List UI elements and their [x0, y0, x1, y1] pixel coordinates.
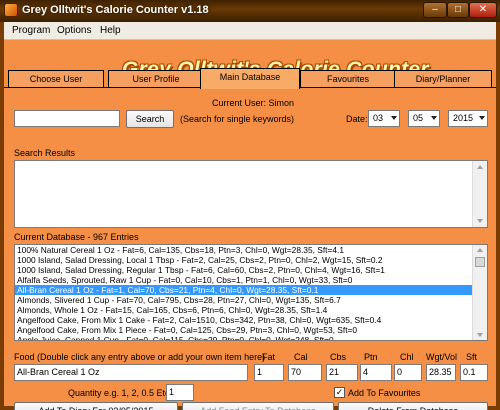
month-value: 05: [413, 113, 424, 123]
tab-strip: Choose User User Profile Main Database F…: [4, 68, 496, 89]
quantity-label: Quantity e.g. 1, 2, 0.5 Etc.: [68, 388, 173, 398]
month-select[interactable]: 05: [408, 110, 440, 127]
food-label: Food (Double click any entry above or ad…: [14, 352, 266, 362]
database-list-item[interactable]: 100% Natural Cereal 1 Oz - Fat=6, Cal=13…: [15, 245, 472, 255]
tab-favourites[interactable]: Favourites: [300, 70, 396, 88]
cal-input[interactable]: 70: [288, 364, 322, 381]
header-chl: Chl: [400, 352, 414, 362]
database-list-item[interactable]: Angelfood Cake, From Mix 1 Cake - Fat=2,…: [15, 315, 472, 325]
day-select[interactable]: 03: [368, 110, 400, 127]
food-name-input[interactable]: All-Bran Cereal 1 Oz: [14, 364, 248, 381]
database-list-item[interactable]: Apple Juice, Canned 1 Cup - Fat=0, Cal=1…: [15, 335, 472, 340]
search-results-label: Search Results: [14, 148, 76, 158]
database-list-item[interactable]: 1000 Island, Salad Dressing, Local 1 Tbs…: [15, 255, 472, 265]
tab-choose-user[interactable]: Choose User: [8, 70, 104, 88]
window-title: Grey Olltwit's Calorie Counter v1.18: [22, 4, 209, 16]
delete-from-database-button[interactable]: Delete From Database: [338, 402, 488, 410]
add-to-favourites-label: Add To Favourites: [348, 388, 421, 398]
search-hint: (Search for single keywords): [180, 114, 295, 124]
database-list-item[interactable]: All-Bran Cereal 1 Oz - Fat=1, Cal=70, Cb…: [15, 285, 472, 295]
database-list-item[interactable]: Angelfood Cake, From Mix 1 Piece - Fat=0…: [15, 325, 472, 335]
quantity-input[interactable]: 1: [166, 384, 194, 401]
menu-program[interactable]: Program: [12, 25, 50, 36]
database-list-item[interactable]: Alfalfa Seeds, Sprouted, Raw 1 Cup - Fat…: [15, 275, 472, 285]
year-select[interactable]: 2015: [448, 110, 488, 127]
menu-help[interactable]: Help: [100, 25, 121, 36]
tab-user-profile[interactable]: User Profile: [108, 70, 204, 88]
header-sft: Sft: [466, 352, 478, 362]
cbs-input[interactable]: 21: [326, 364, 358, 381]
maximize-button[interactable]: □: [447, 2, 469, 18]
database-list-item[interactable]: Almonds, Slivered 1 Cup - Fat=70, Cal=79…: [15, 295, 472, 305]
database-label: Current Database - 967 Entries: [14, 232, 139, 242]
scroll-down-icon[interactable]: [477, 333, 483, 337]
database-items: 100% Natural Cereal 1 Oz - Fat=6, Cal=13…: [15, 245, 487, 340]
header-cbs: Cbs: [330, 352, 347, 362]
search-button[interactable]: Search: [126, 110, 174, 128]
chevron-down-icon: [431, 116, 437, 120]
chevron-down-icon: [479, 116, 485, 120]
header-fat: Fat: [262, 352, 276, 362]
app-client-area: Program Options Help Grey Olltwit's Calo…: [4, 22, 496, 410]
app-icon: [4, 3, 18, 17]
title-bar: Grey Olltwit's Calorie Counter v1.18 – □…: [0, 0, 500, 22]
database-list-item[interactable]: 1000 Island, Salad Dressing, Regular 1 T…: [15, 265, 472, 275]
tab-diary-planner[interactable]: Diary/Planner: [394, 70, 492, 88]
database-list[interactable]: 100% Natural Cereal 1 Oz - Fat=6, Cal=13…: [14, 244, 488, 341]
day-value: 03: [373, 113, 384, 123]
menu-options[interactable]: Options: [57, 25, 91, 36]
add-food-entry-button[interactable]: Add Food Entry To Database: [182, 402, 334, 410]
ptn-input[interactable]: 4: [360, 364, 392, 381]
year-value: 2015: [453, 113, 474, 123]
search-input[interactable]: [14, 110, 120, 127]
add-to-diary-button[interactable]: Add To Diary For 03/05/2015: [14, 402, 178, 410]
add-to-favourites-checkbox[interactable]: ✓: [334, 387, 345, 398]
header-cal: Cal: [294, 352, 308, 362]
chevron-down-icon: [391, 116, 397, 120]
menu-bar: Program Options Help: [4, 22, 496, 40]
scroll-up-icon[interactable]: [477, 165, 483, 169]
close-button[interactable]: ✕: [469, 2, 497, 18]
chl-input[interactable]: 0: [394, 364, 422, 381]
header-wgt-vol: Wgt/Vol: [426, 352, 458, 362]
scroll-up-icon[interactable]: [477, 248, 483, 252]
header-ptn: Ptn: [364, 352, 378, 362]
fat-input[interactable]: 1: [254, 364, 284, 381]
tab-main-database[interactable]: Main Database: [200, 68, 300, 89]
scroll-down-icon[interactable]: [477, 219, 483, 223]
scroll-thumb[interactable]: [475, 257, 485, 267]
search-results-scrollbar[interactable]: [472, 161, 487, 227]
sft-input[interactable]: 0.1: [460, 364, 488, 381]
database-list-item[interactable]: Almonds, Whole 1 Oz - Fat=15, Cal=165, C…: [15, 305, 472, 315]
current-user-label: Current User: Simon: [212, 98, 295, 108]
minimize-button[interactable]: –: [423, 2, 447, 18]
main-database-panel: Current User: Simon Search (Search for s…: [4, 88, 496, 410]
date-label: Date:: [346, 114, 368, 124]
search-results-list[interactable]: [14, 160, 488, 228]
wgt-vol-input[interactable]: 28.35: [426, 364, 456, 381]
database-scrollbar[interactable]: [472, 245, 487, 340]
